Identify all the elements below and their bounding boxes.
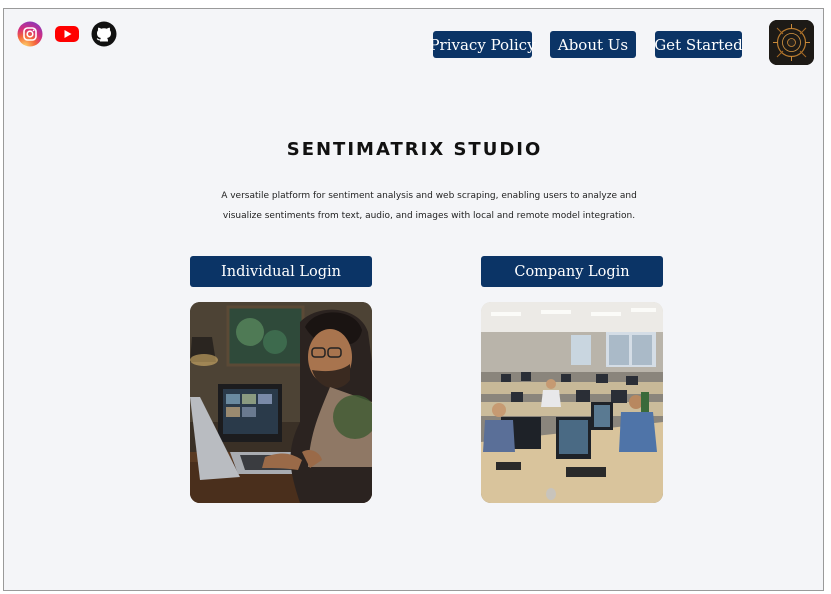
page-title: SENTIMATRIX STUDIO xyxy=(286,139,543,160)
company-photo xyxy=(481,302,663,503)
page-frame: Privacy Policy About Us Get Started SENT… xyxy=(3,8,824,591)
company-login-button[interactable]: Company Login xyxy=(481,256,663,287)
about-us-button[interactable]: About Us xyxy=(550,31,636,58)
brand-logo[interactable] xyxy=(769,20,814,65)
social-links xyxy=(17,21,117,47)
individual-login-button[interactable]: Individual Login xyxy=(190,256,372,287)
privacy-policy-button[interactable]: Privacy Policy xyxy=(429,31,536,58)
individual-photo xyxy=(190,302,372,503)
github-icon[interactable] xyxy=(91,21,117,47)
brand-emblem-icon xyxy=(769,20,814,65)
get-started-button[interactable]: Get Started xyxy=(654,31,743,58)
instagram-icon[interactable] xyxy=(17,21,43,47)
page-description: A versatile platform for sentiment analy… xyxy=(221,191,637,221)
youtube-icon[interactable] xyxy=(54,21,80,47)
